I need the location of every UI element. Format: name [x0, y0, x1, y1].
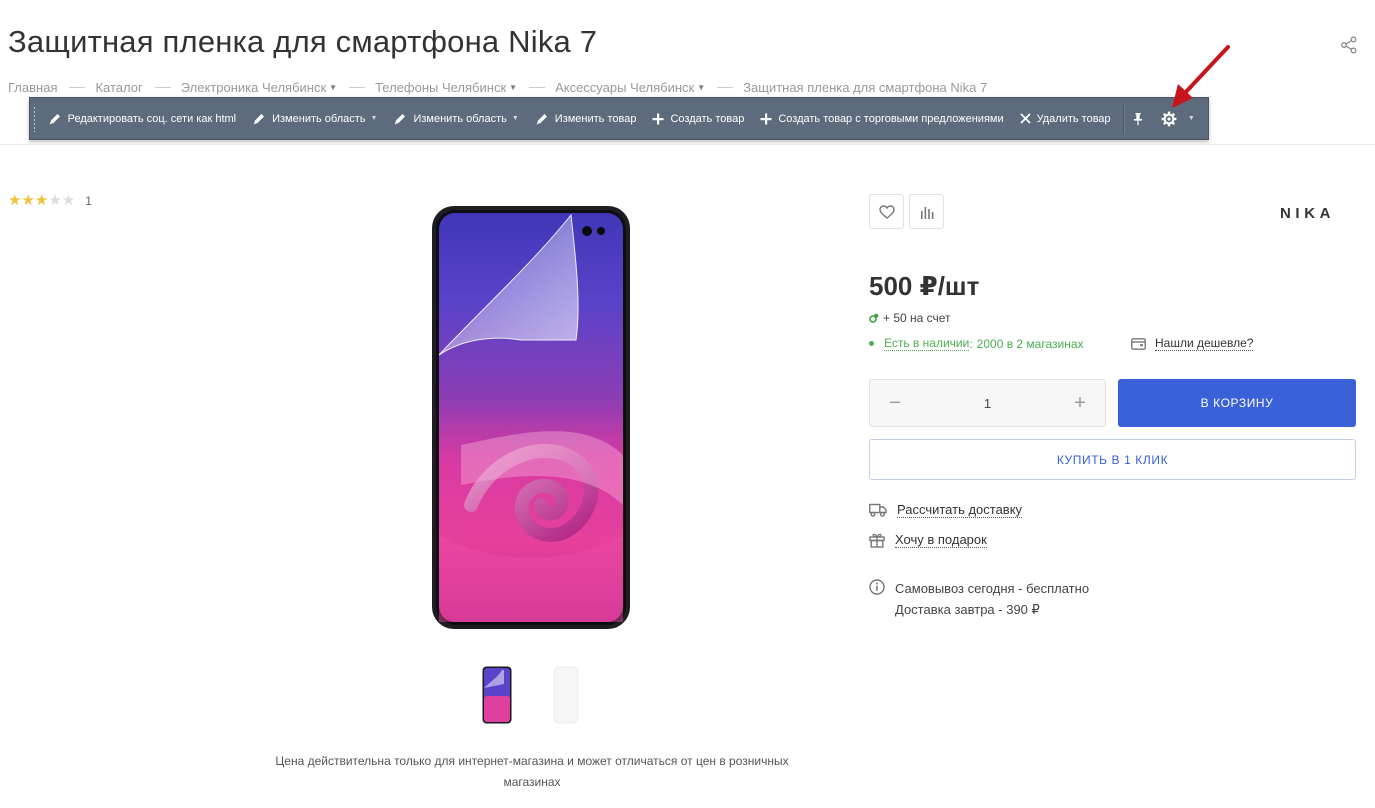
pin-icon [1133, 112, 1142, 125]
annotation-arrow [1172, 45, 1230, 108]
breadcrumb-item-home[interactable]: Главная [8, 80, 57, 95]
breadcrumb-label: Телефоны Челябинск [375, 80, 507, 95]
info-icon [869, 579, 885, 595]
quantity-input[interactable]: 1 [984, 396, 991, 411]
compare-icon [920, 206, 933, 219]
found-cheaper-link[interactable]: Нашли дешевле? [1131, 336, 1254, 351]
pencil-icon [253, 113, 265, 124]
compare-button[interactable] [909, 194, 944, 229]
edit-social-label: Редактировать соц. сети как html [67, 112, 237, 125]
create-product-offers-label: Создать товар с торговыми предложениями [778, 112, 1004, 125]
price-notice: Цена действительна только для интернет-м… [275, 754, 789, 789]
star-empty-icon: ★ [48, 192, 62, 209]
plus-icon [652, 113, 664, 124]
pickup-today: Самовывоз сегодня - бесплатно [895, 581, 1090, 596]
edit-area-button-1[interactable]: Изменить область ▼ [244, 98, 385, 139]
breadcrumb-item-accessories[interactable]: Аксессуары Челябинск ▼ [555, 80, 705, 95]
calculate-delivery-link[interactable]: Рассчитать доставку [869, 502, 1023, 518]
star-empty-icon: ★ [61, 192, 76, 209]
caret-down-icon: ▼ [370, 115, 378, 122]
star-filled-icon: ★ [34, 192, 49, 209]
breadcrumb-label: Защитная пленка для смартфона Nika 7 [743, 80, 988, 95]
admin-toolbar: Редактировать соц. сети как html Изменит… [29, 97, 1209, 140]
edit-product-label: Изменить товар [554, 112, 637, 125]
thumbnail-1[interactable] [482, 666, 512, 724]
toolbar-drag-handle[interactable] [33, 105, 35, 132]
breadcrumb: Главная Каталог Электроника Челябинск ▼ Т… [8, 80, 987, 95]
pickup-lines: Самовывоз сегодня - бесплатно Доставка з… [895, 578, 1089, 620]
edit-area-label: Изменить область [413, 112, 507, 125]
breadcrumb-label: Электроника Челябинск [180, 80, 327, 95]
stock-count: 2000 в 2 магазинах [976, 336, 1084, 351]
caret-down-icon: ▼ [329, 83, 338, 92]
caret-down-icon: ▼ [697, 83, 706, 92]
gift-wish-link[interactable]: Хочу в подарок [869, 532, 987, 548]
create-product-label: Создать товар [670, 112, 745, 125]
plus-icon [760, 113, 772, 124]
wallet-icon [1131, 337, 1146, 350]
quantity-increase-button[interactable]: + [1073, 393, 1087, 413]
product-image[interactable] [431, 205, 631, 630]
favorite-button[interactable] [869, 194, 904, 229]
pickup-info: Самовывоз сегодня - бесплатно Доставка з… [869, 578, 1089, 620]
breadcrumb-label: Главная [8, 80, 58, 95]
breadcrumb-label: Каталог [95, 80, 143, 95]
edit-product-button[interactable]: Изменить товар [527, 98, 645, 139]
edit-area-label: Изменить область [272, 112, 366, 125]
breadcrumb-separator [69, 87, 86, 88]
breadcrumb-separator [349, 87, 366, 88]
pin-toolbar-button[interactable] [1127, 98, 1155, 139]
calculate-delivery-label: Рассчитать доставку [897, 502, 1023, 518]
caret-down-icon: ▼ [1187, 115, 1195, 122]
delete-product-button[interactable]: Удалить товар [1012, 98, 1119, 139]
breadcrumb-separator [529, 87, 546, 88]
truck-icon [869, 503, 887, 517]
found-cheaper-label: Нашли дешевле? [1155, 336, 1254, 351]
star-filled-icon: ★ [21, 192, 35, 209]
buy-one-click-button[interactable]: КУПИТЬ В 1 КЛИК [869, 439, 1356, 480]
delete-product-label: Удалить товар [1036, 112, 1111, 125]
gift-wish-label: Хочу в подарок [895, 532, 987, 548]
breadcrumb-item-catalog[interactable]: Каталог [95, 80, 142, 95]
rating: ★ ★ ★ ★ ★ 1 [8, 193, 92, 208]
pencil-icon [49, 113, 60, 124]
stock-link[interactable]: Есть в наличии [884, 336, 970, 351]
close-icon [1019, 113, 1031, 124]
edit-social-button[interactable]: Редактировать соц. сети как html [40, 98, 245, 139]
thumbnail-2[interactable] [553, 666, 579, 724]
stock-status: Есть в наличии : 2000 в 2 магазинах [869, 336, 1084, 351]
breadcrumb-separator [154, 87, 171, 88]
pencil-icon [394, 113, 406, 124]
quantity-decrease-button[interactable]: − [888, 393, 902, 413]
caret-down-icon: ▼ [511, 115, 519, 122]
create-product-offers-button[interactable]: Создать товар с торговыми предложениями [752, 98, 1011, 139]
rating-count: 1 [85, 193, 92, 208]
brand-logo[interactable]: NIKA [1280, 205, 1335, 222]
breadcrumb-label: Аксессуары Челябинск [555, 80, 695, 95]
heart-icon [878, 204, 895, 219]
breadcrumb-item-electronics[interactable]: Электроника Челябинск ▼ [181, 80, 337, 95]
caret-down-icon: ▼ [509, 83, 518, 92]
bonus-info: + 50 на счет [869, 311, 951, 325]
bonus-text: + 50 на счет [883, 311, 951, 325]
bonus-icon [869, 313, 879, 323]
header-divider [0, 144, 1375, 145]
breadcrumb-separator [717, 87, 734, 88]
stock-indicator [869, 341, 874, 346]
breadcrumb-item-phones[interactable]: Телефоны Челябинск ▼ [375, 80, 517, 95]
pencil-icon [536, 113, 547, 124]
gift-icon [869, 533, 885, 548]
breadcrumb-item-current: Защитная пленка для смартфона Nika 7 [743, 80, 987, 95]
edit-area-button-2[interactable]: Изменить область ▼ [385, 98, 526, 139]
create-product-button[interactable]: Создать товар [644, 98, 752, 139]
delivery-tomorrow: Доставка завтра - 390 ₽ [895, 602, 1040, 617]
quantity-stepper: − 1 + [869, 379, 1106, 427]
product-price: 500 ₽/шт [869, 271, 980, 301]
add-to-cart-button[interactable]: В КОРЗИНУ [1118, 379, 1356, 427]
star-filled-icon: ★ [8, 192, 22, 209]
share-icon[interactable] [1340, 36, 1358, 54]
page-title: Защитная пленка для смартфона Nika 7 [8, 24, 598, 59]
stock-colon: : [969, 336, 973, 351]
